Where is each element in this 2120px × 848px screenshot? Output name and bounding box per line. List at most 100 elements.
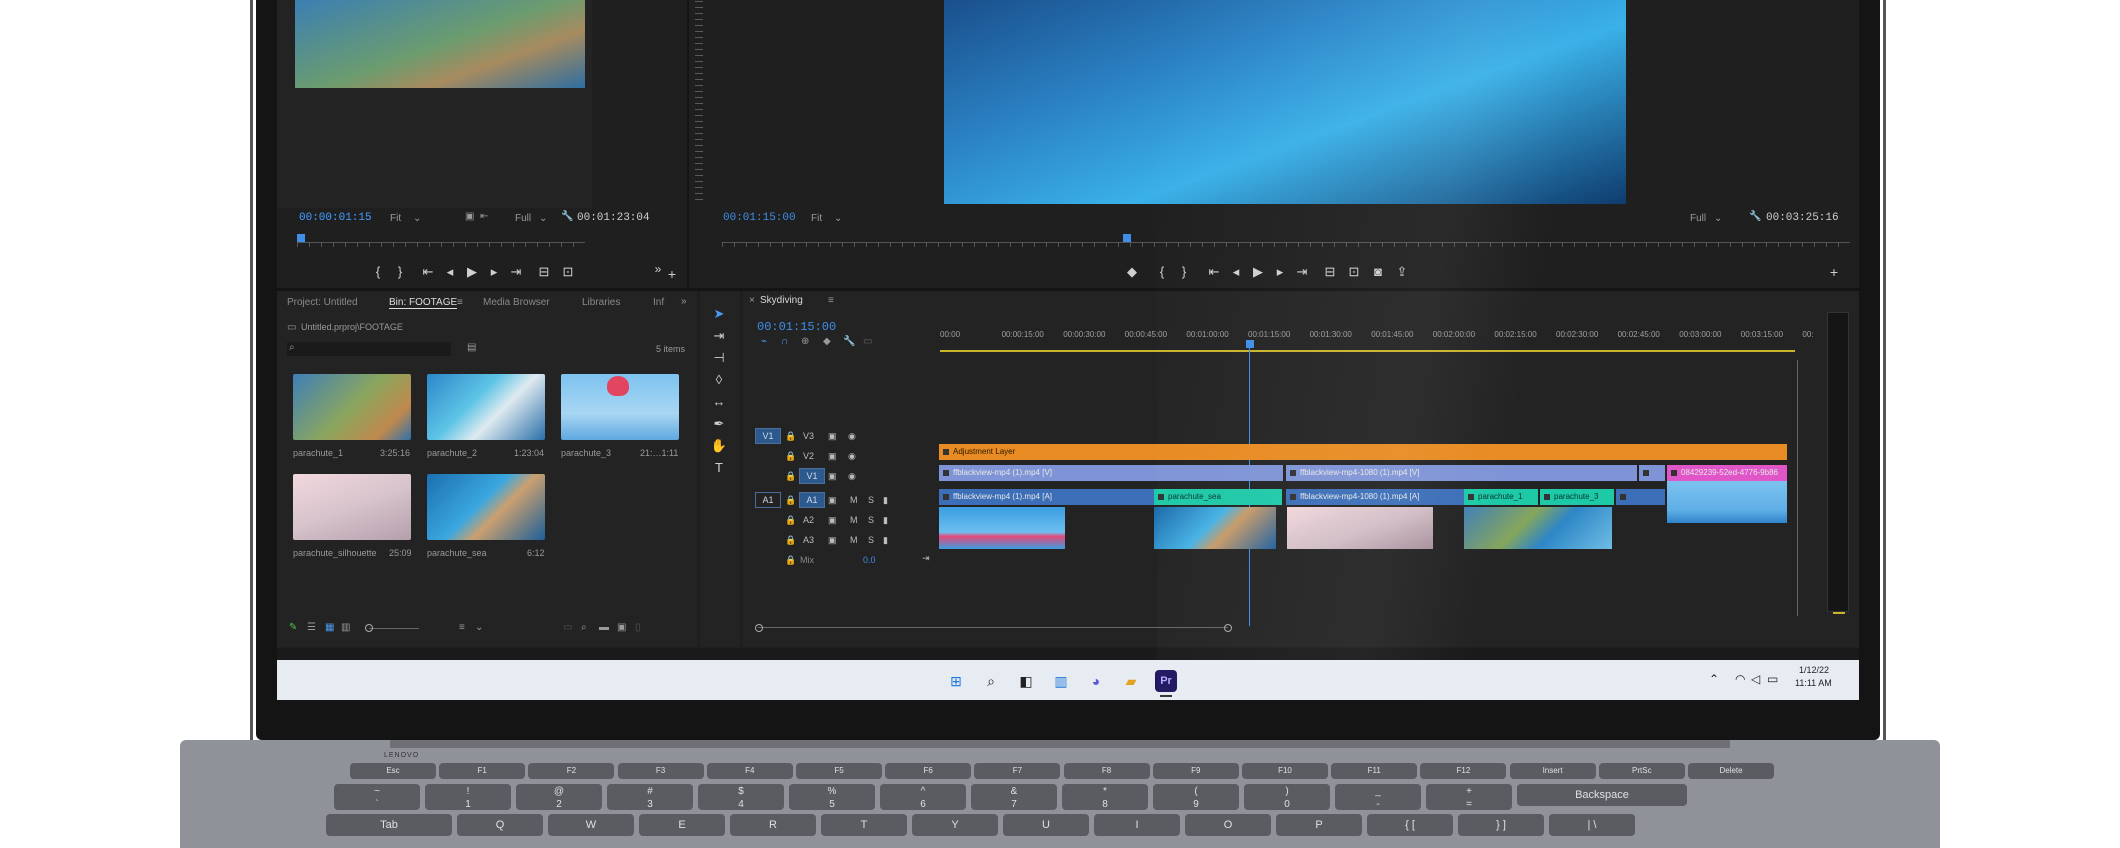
new-bin-icon[interactable]: ▤ bbox=[467, 342, 476, 353]
sequence-tab[interactable]: Skydiving bbox=[760, 295, 803, 306]
tab-bin-footage[interactable]: Bin: FOOTAGE bbox=[389, 297, 458, 309]
hand-tool-icon[interactable]: ✋ bbox=[709, 438, 729, 454]
search-icon[interactable]: ⌕ bbox=[980, 670, 1002, 692]
function-key[interactable]: F7 bbox=[974, 763, 1061, 779]
sync-lock-icon[interactable]: ▣ bbox=[828, 431, 837, 442]
timeline-clip[interactable]: ffblackview-mp4 (1).mp4 [V] bbox=[939, 465, 1283, 481]
mix-value[interactable]: 0.0 bbox=[863, 555, 876, 565]
zoom-slider-handle[interactable] bbox=[365, 624, 373, 632]
program-quality-select[interactable]: Full bbox=[1690, 213, 1706, 224]
number-key[interactable]: & 7 bbox=[971, 784, 1057, 810]
chevron-down-icon[interactable]: ⌄ bbox=[475, 622, 483, 633]
function-key[interactable]: F2 bbox=[528, 763, 615, 779]
timeline-clip[interactable]: ffblackview-mp4-1080 (1).mp4 [V] bbox=[1286, 465, 1637, 481]
selection-tool-icon[interactable]: ➤ bbox=[709, 306, 729, 322]
track-name[interactable]: V1 bbox=[799, 468, 825, 484]
clip-thumbnail[interactable] bbox=[293, 374, 411, 440]
timeline-clip[interactable]: parachute_3 bbox=[1540, 489, 1614, 505]
go-to-in-icon[interactable]: ⇤ bbox=[417, 264, 439, 280]
chevron-down-icon[interactable]: ⌄ bbox=[413, 213, 421, 224]
chevron-down-icon[interactable]: ⌄ bbox=[834, 213, 842, 224]
chevron-down-icon[interactable]: ⌄ bbox=[539, 213, 547, 224]
letter-key[interactable]: Q bbox=[457, 814, 543, 836]
letter-key[interactable]: T bbox=[821, 814, 907, 836]
step-forward-icon[interactable]: ▸ bbox=[483, 264, 505, 280]
mute-button[interactable]: M bbox=[850, 535, 858, 545]
letter-key[interactable]: I bbox=[1094, 814, 1180, 836]
number-key[interactable]: @2 bbox=[516, 784, 602, 810]
program-playhead[interactable] bbox=[1123, 234, 1131, 242]
overwrite-icon[interactable]: ⊡ bbox=[557, 264, 579, 280]
lift-icon[interactable]: ⊟ bbox=[1319, 264, 1341, 280]
timeline-clip[interactable]: 08429239-52ed-4776-9b86 bbox=[1667, 465, 1787, 481]
file-explorer-icon[interactable]: ▰ bbox=[1120, 670, 1142, 692]
mic-icon[interactable]: ▮ bbox=[883, 535, 888, 546]
function-key[interactable]: F8 bbox=[1063, 763, 1150, 779]
function-key[interactable]: F6 bbox=[885, 763, 972, 779]
timeline-clip[interactable]: ffblackview-mp4-1080 (1).mp4 [A] bbox=[1286, 489, 1464, 505]
number-key[interactable]: ~ ` bbox=[334, 784, 420, 810]
timeline-timecode[interactable]: 00:01:15:00 bbox=[757, 320, 836, 334]
timeline-clip[interactable]: ffblackview-mp4 (1).mp4 [A] bbox=[939, 489, 1155, 505]
wrench-icon[interactable]: 🔧 bbox=[843, 336, 855, 347]
marker-icon[interactable]: ◆ bbox=[1121, 264, 1143, 280]
work-area-bar[interactable] bbox=[940, 350, 1795, 352]
eye-icon[interactable]: ◉ bbox=[848, 431, 856, 442]
lock-icon[interactable]: 🔒 bbox=[785, 431, 796, 442]
function-key[interactable]: F11 bbox=[1331, 763, 1418, 779]
function-key[interactable]: Insert bbox=[1509, 763, 1596, 779]
number-key[interactable]: ) 0 bbox=[1244, 784, 1330, 810]
clip-thumbnail[interactable] bbox=[427, 474, 545, 540]
mark-in-icon[interactable]: { bbox=[1151, 264, 1173, 279]
source-quality-select[interactable]: Full bbox=[515, 213, 531, 224]
number-key[interactable]: + = bbox=[1426, 784, 1512, 810]
number-key[interactable]: ! 1 bbox=[425, 784, 511, 810]
eye-icon[interactable]: ◉ bbox=[848, 451, 856, 462]
mark-out-icon[interactable]: } bbox=[1173, 264, 1195, 279]
mic-icon[interactable]: ▮ bbox=[883, 495, 888, 506]
tab-key[interactable]: Tab bbox=[326, 814, 452, 836]
lock-icon[interactable]: 🔒 bbox=[785, 451, 796, 462]
add-button-icon[interactable]: + bbox=[661, 266, 683, 282]
widgets-icon[interactable]: ▥ bbox=[1050, 670, 1072, 692]
sync-lock-icon[interactable]: ▣ bbox=[828, 471, 837, 482]
source-playhead[interactable] bbox=[297, 234, 305, 242]
sort-icon[interactable]: ≡ bbox=[459, 622, 465, 633]
go-to-out-icon[interactable]: ⇥ bbox=[505, 264, 527, 280]
chevron-up-icon[interactable]: ⌃ bbox=[1709, 672, 1719, 686]
add-button-icon[interactable]: + bbox=[1823, 264, 1845, 280]
insert-icon[interactable]: ⊟ bbox=[533, 264, 555, 280]
play-icon[interactable]: ▶ bbox=[1247, 264, 1269, 280]
number-key[interactable]: * 8 bbox=[1062, 784, 1148, 810]
extract-icon[interactable]: ⊡ bbox=[1343, 264, 1365, 280]
number-key[interactable]: _ - bbox=[1335, 784, 1421, 810]
linked-selection-icon[interactable]: ⊕ bbox=[801, 336, 809, 347]
program-scrubber[interactable] bbox=[722, 242, 1850, 252]
automate-icon[interactable]: ▭ bbox=[563, 622, 572, 633]
source-scrubber[interactable] bbox=[297, 242, 585, 252]
captions-icon[interactable]: ▭ bbox=[863, 336, 872, 347]
number-key[interactable]: % 5 bbox=[789, 784, 875, 810]
marker-icon[interactable]: ◆ bbox=[823, 336, 831, 347]
mark-out-icon[interactable]: } bbox=[389, 264, 411, 279]
new-item-icon[interactable]: ▣ bbox=[617, 622, 626, 633]
mute-button[interactable]: M bbox=[850, 495, 858, 505]
more-panels-icon[interactable]: » bbox=[681, 296, 687, 307]
tab-info[interactable]: Inf bbox=[653, 297, 664, 308]
chevron-down-icon[interactable]: ⌄ bbox=[1714, 213, 1722, 224]
timeline-horizontal-scrollbar[interactable] bbox=[758, 627, 1228, 628]
sync-lock-icon[interactable]: ▣ bbox=[828, 495, 837, 506]
scrollbar-handle[interactable] bbox=[1224, 624, 1232, 632]
sync-lock-icon[interactable]: ▣ bbox=[828, 515, 837, 526]
wrench-icon[interactable]: 🔧 bbox=[561, 211, 573, 222]
chat-icon[interactable]: ◕ bbox=[1085, 670, 1107, 692]
tab-libraries[interactable]: Libraries bbox=[582, 297, 620, 308]
function-key[interactable]: PrtSc bbox=[1598, 763, 1685, 779]
go-to-in-icon[interactable]: ⇤ bbox=[1203, 264, 1225, 280]
play-icon[interactable]: ▶ bbox=[461, 264, 483, 280]
v1-source-target[interactable]: V1 bbox=[755, 428, 781, 444]
timeline-clip[interactable]: Adjustment Layer bbox=[939, 444, 1787, 460]
tab-project[interactable]: Project: Untitled bbox=[287, 297, 358, 308]
number-key[interactable]: $4 bbox=[698, 784, 784, 810]
timeline-clip[interactable] bbox=[1639, 465, 1665, 481]
